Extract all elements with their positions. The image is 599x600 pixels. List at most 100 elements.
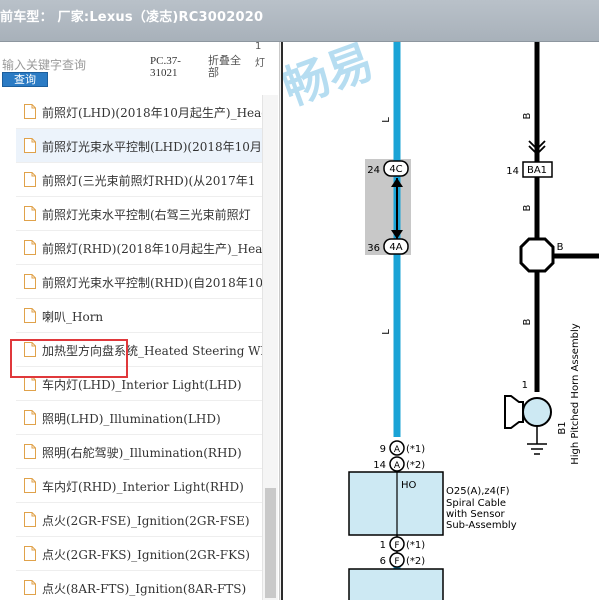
collapse-all-button[interactable]: 折叠全 部 (208, 55, 252, 79)
connector-4c-label: 4C (389, 164, 402, 175)
horn-assembly-label: High Pitched Horn Assembly (570, 323, 581, 465)
connector-f-2-label: F (394, 557, 399, 567)
document-icon (24, 274, 36, 289)
document-icon (24, 172, 36, 187)
scrollbar-thumb[interactable] (265, 488, 276, 598)
document-icon (24, 546, 36, 561)
horn-cone-icon (504, 395, 524, 429)
horn-code-b1: B1 (557, 421, 568, 434)
document-icon (24, 104, 36, 119)
document-icon (24, 342, 36, 357)
document-list-item[interactable]: 前照灯(LHD)(2018年10月起生产)_Head (16, 95, 262, 129)
pin-24-label: 24 (367, 165, 380, 176)
wire-color-l-2: L (381, 329, 392, 335)
document-icon (24, 512, 36, 527)
wiring-diagram-svg: 畅易 4C 24 4A 36 L L B B B B BA1 14 1 B1 H… (283, 42, 599, 600)
spiral-name-line2: with Sensor (446, 509, 506, 520)
query-button[interactable]: 查询 (2, 72, 48, 87)
window-title: 前车型： 厂家:Lexus（凌志)RC3002020 (0, 10, 264, 25)
spiral-codes-label: O25(A),z4(F) (446, 486, 510, 497)
search-toolbar: 查询 PC.37- 31021 折叠全 部 1 灯 (0, 42, 279, 92)
wire-color-b-1: B (522, 112, 533, 119)
spiral-cable-box (348, 471, 444, 536)
document-icon (24, 138, 36, 153)
document-icon (24, 580, 36, 595)
model-code-line2: 31021 (150, 67, 178, 79)
document-list-item[interactable]: 前照灯(三光束前照灯RHD)(从2017年1 (16, 163, 262, 197)
document-icon (24, 410, 36, 425)
connector-4a-label: 4A (389, 242, 402, 253)
document-list-item-label: 喇叭_Horn (42, 310, 104, 324)
document-list-item-label: 前照灯(LHD)(2018年10月起生产)_Head (42, 106, 262, 120)
pin-9-label: 9 (380, 444, 386, 455)
pin-14-label: 14 (506, 166, 519, 177)
connector-f-1-label: F (394, 541, 399, 551)
horn-icon (522, 397, 552, 427)
collapse-all-line2: 部 (208, 66, 219, 79)
connector-a-1-label: A (394, 445, 401, 455)
wire-color-b-4: B (557, 242, 564, 253)
document-list-item-label: 点火(8AR-FTS)_Ignition(8AR-FTS) (42, 582, 247, 596)
document-list-item[interactable]: 点火(8AR-FTS)_Ignition(8AR-FTS) (16, 571, 262, 600)
document-list-item-label: 前照灯光束水平控制(右驾三光束前照灯 (42, 208, 251, 222)
document-icon (24, 308, 36, 323)
document-list-item-label: 点火(2GR-FSE)_Ignition(2GR-FSE) (42, 514, 250, 528)
document-icon (24, 376, 36, 391)
pin-6-label: 6 (380, 556, 386, 567)
note-star-2: (*2) (406, 460, 425, 471)
document-list-item[interactable]: 照明(LHD)_Illumination(LHD) (16, 401, 262, 435)
note-star-4: (*2) (406, 556, 425, 567)
document-list-item-label: 照明(右舵驾驶)_Illumination(RHD) (42, 446, 242, 460)
document-list-item-label: 加热型方向盘系统_Heated Steering Wh (42, 344, 262, 358)
spiral-name-line3: Sub-Assembly (446, 520, 517, 531)
wiring-diagram: 畅易 4C 24 4A 36 L L B B B B BA1 14 1 B1 H… (281, 42, 599, 600)
window-titlebar: 前车型： 厂家:Lexus（凌志)RC3002020 (0, 0, 599, 42)
document-list-item-label: 前照灯光束水平控制(LHD)(2018年10月 (42, 140, 262, 154)
document-list-item[interactable]: 前照灯光束水平控制(RHD)(自2018年10 (16, 265, 262, 299)
spiral-ho-label: HO (401, 480, 417, 491)
document-icon (24, 478, 36, 493)
document-list-item[interactable]: 点火(2GR-FKS)_Ignition(2GR-FKS) (16, 537, 262, 571)
pin-36-label: 36 (367, 243, 380, 254)
toolbar-extra-line1: 1 (255, 42, 262, 52)
watermark-text: 畅易 (283, 42, 380, 116)
wire-color-l-1: L (381, 117, 392, 123)
document-list-item-label: 点火(2GR-FKS)_Ignition(2GR-FKS) (42, 548, 250, 562)
pin-1-label: 1 (522, 380, 528, 391)
document-icon (24, 444, 36, 459)
document-list-scrollbar[interactable] (262, 95, 278, 600)
connector-a-2-label: A (394, 461, 401, 471)
document-list-item-label: 前照灯(三光束前照灯RHD)(从2017年1 (42, 174, 256, 188)
document-list-item-label: 前照灯(RHD)(2018年10月起生产)_Head (42, 242, 262, 256)
document-list-item[interactable]: 照明(右舵驾驶)_Illumination(RHD) (16, 435, 262, 469)
document-list: 前照灯(LHD)(2018年10月起生产)_Head 前照灯光束水平控制(LHD)… (0, 95, 262, 600)
pin-14b-label: 14 (373, 460, 386, 471)
document-list-item[interactable]: 车内灯(LHD)_Interior Light(LHD) (16, 367, 262, 401)
document-list-item[interactable]: 前照灯光束水平控制(LHD)(2018年10月 (16, 129, 262, 163)
document-list-item[interactable]: 前照灯(RHD)(2018年10月起生产)_Head (16, 231, 262, 265)
document-list-item-label: 车内灯(RHD)_Interior Light(RHD) (42, 480, 244, 494)
document-list-item[interactable]: 喇叭_Horn (16, 299, 262, 333)
spiral-name-line1: Spiral Cable (446, 498, 506, 509)
document-list-item-label: 车内灯(LHD)_Interior Light(LHD) (42, 378, 242, 392)
model-code: PC.37- 31021 (150, 55, 200, 79)
note-star-3: (*1) (406, 540, 425, 551)
model-code-line1: PC.37- (150, 55, 181, 67)
document-list-item[interactable]: 车内灯(RHD)_Interior Light(RHD) (16, 469, 262, 503)
toolbar-extra-line2: 灯 (255, 58, 265, 69)
junction-connector-icon (519, 237, 555, 273)
document-panel: 查询 PC.37- 31021 折叠全 部 1 灯 前照灯(LHD)(2018年… (0, 42, 280, 600)
document-icon (24, 240, 36, 255)
toolbar-extra[interactable]: 1 灯 (255, 42, 265, 76)
document-list-item[interactable]: 点火(2GR-FSE)_Ignition(2GR-FSE) (16, 503, 262, 537)
lower-component-box (348, 568, 444, 600)
pin-1b-label: 1 (380, 540, 386, 551)
wire-color-b-3: B (522, 318, 533, 325)
document-list-item[interactable]: 前照灯光束水平控制(右驾三光束前照灯 (16, 197, 262, 231)
document-list-item-label: 前照灯光束水平控制(RHD)(自2018年10 (42, 276, 262, 290)
document-list-item[interactable]: 加热型方向盘系统_Heated Steering Wh (16, 333, 262, 367)
note-star-1: (*1) (406, 444, 425, 455)
document-list-item-label: 照明(LHD)_Illumination(LHD) (42, 412, 221, 426)
document-icon (24, 206, 36, 221)
connector-ba1-label: BA1 (527, 165, 547, 176)
